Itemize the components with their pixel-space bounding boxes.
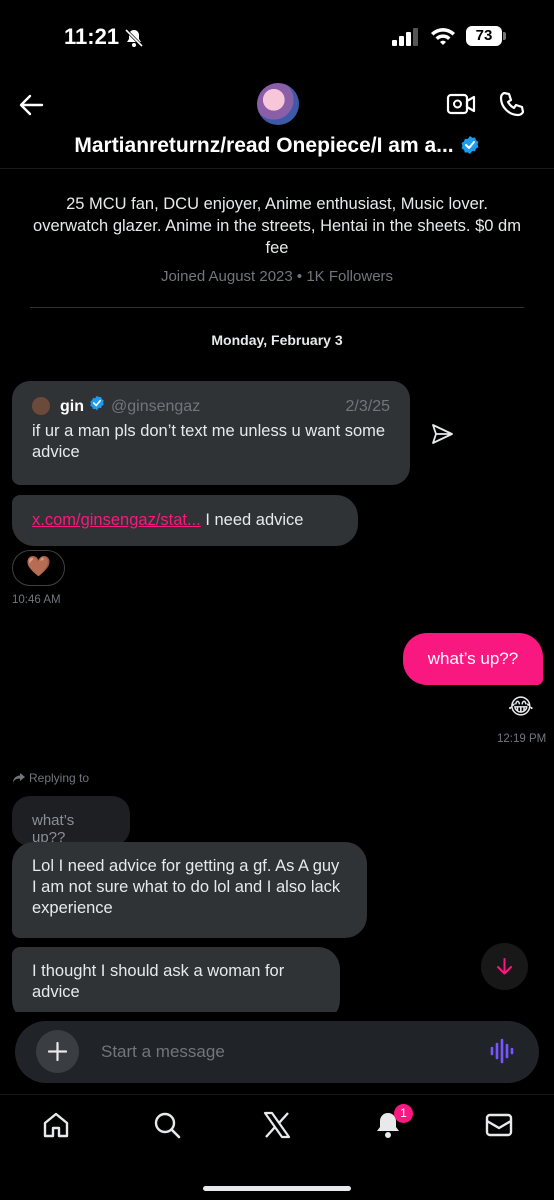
conversation-title-text: Martianreturnz/read Onepiece/I am a... (74, 134, 454, 157)
message-bubble[interactable]: Lol I need advice for getting a gf. As A… (12, 842, 367, 938)
scroll-to-bottom-button[interactable] (481, 943, 528, 990)
home-indicator (203, 1186, 351, 1191)
bell-slash-icon (124, 28, 144, 53)
nav-separator (0, 1094, 554, 1095)
sent-message-reaction[interactable]: 😂 (508, 694, 534, 720)
verified-badge-icon (460, 135, 480, 161)
shared-post-header: gin @ginsengaz 2/3/25 (32, 395, 390, 417)
profile-meta: Joined August 2023 • 1K Followers (160, 268, 394, 285)
battery-tip (503, 32, 506, 40)
profile-bio: 25 MCU fan, DCU enjoyer, Anime enthusias… (33, 195, 521, 257)
profile-divider (30, 307, 524, 308)
message-timestamp: 12:19 PM (497, 733, 547, 745)
verified-badge-icon (89, 395, 105, 417)
x-logo-icon[interactable] (262, 1110, 292, 1145)
message-link[interactable]: x.com/ginsengaz/stat... (32, 511, 201, 529)
date-separator: Monday, February 3 (211, 332, 343, 348)
back-arrow-icon[interactable] (18, 92, 44, 123)
plus-icon (48, 1042, 67, 1061)
notification-badge: 1 (394, 1104, 413, 1123)
message-input[interactable]: Start a message (101, 1042, 225, 1062)
shared-post-avatar (32, 397, 50, 415)
add-media-button[interactable] (36, 1030, 79, 1073)
replied-message-preview[interactable]: what’s up?? (12, 796, 130, 846)
wifi-icon (430, 26, 456, 51)
messages-envelope-icon[interactable] (484, 1110, 514, 1145)
message-composer[interactable] (15, 1021, 539, 1083)
shared-post-author: gin (60, 397, 84, 415)
message-text: I need advice (200, 511, 304, 529)
shared-post-bubble[interactable]: gin @ginsengaz 2/3/25 if ur a man pls do… (12, 381, 410, 485)
video-call-icon[interactable] (446, 92, 476, 121)
share-send-icon[interactable] (430, 422, 454, 451)
shared-post-text: if ur a man pls don’t text me unless u w… (32, 422, 386, 461)
replying-to-text: Replying to (29, 771, 90, 785)
home-icon[interactable] (41, 1110, 71, 1145)
message-bubble-link[interactable]: x.com/ginsengaz/stat... I need advice (12, 495, 358, 546)
voice-message-icon[interactable] (489, 1038, 515, 1069)
message-timestamp: 10:46 AM (12, 594, 61, 606)
status-time: 11:21 (64, 24, 120, 49)
reply-arrow-icon (13, 773, 25, 783)
header-separator (0, 168, 554, 169)
search-icon[interactable] (152, 1110, 182, 1145)
replying-to-label: Replying to (12, 771, 89, 785)
reaction-badge[interactable]: 🤎 (12, 550, 65, 586)
avatar[interactable] (257, 83, 299, 125)
signal-icon (392, 28, 420, 51)
shared-post-date: 2/3/25 (345, 397, 390, 415)
message-bubble[interactable]: I thought I should ask a woman for advic… (12, 947, 340, 1022)
shared-post-handle: @ginsengaz (111, 397, 201, 415)
arrow-down-icon (497, 958, 512, 975)
battery-indicator: 73 (466, 26, 502, 46)
conversation-title: Martianreturnz/read Onepiece/I am a... (0, 134, 554, 161)
sent-message-bubble[interactable]: what’s up?? (403, 633, 543, 685)
phone-call-icon[interactable] (498, 90, 526, 123)
